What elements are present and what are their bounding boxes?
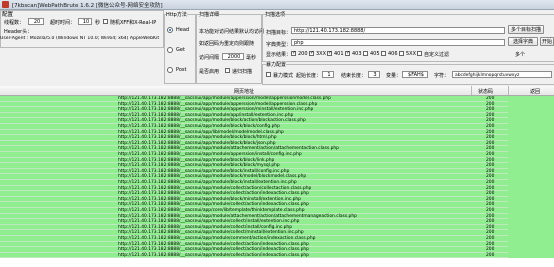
brute-title: 暴力配置	[266, 61, 287, 68]
http-get-label: Get	[176, 47, 185, 53]
target-label: 扫描目标：	[266, 30, 292, 36]
http-get-radio[interactable]	[167, 47, 173, 53]
threads-input[interactable]: 20	[28, 18, 44, 25]
config-section-label: 配置	[2, 12, 14, 18]
recursive-label: 递归扫描	[232, 69, 253, 75]
results-rows: http://121.40.173.182:8888/__sacsnui/app…	[0, 96, 554, 266]
title-bar: [7kbscan]WebPathBrute 1.6.2 [微信公众号-网络安全攻…	[0, 0, 554, 10]
col-url-header[interactable]: 网页地址	[234, 88, 254, 95]
header-value[interactable]: User-Agent : Mozilla/5.0 (Windows NT 10.…	[0, 36, 160, 41]
code-403-label: 403	[352, 51, 362, 57]
start-button[interactable]: 开始	[540, 37, 554, 46]
col-status-header[interactable]: 状态码	[478, 88, 493, 95]
row-status: 200	[486, 252, 495, 258]
http-head-label: Head	[176, 27, 190, 33]
results-header: 网页地址 状态码 返回	[0, 86, 554, 96]
brute-mode-checkbox[interactable]	[266, 72, 271, 77]
timeout-label: 超时时间：	[50, 20, 76, 26]
window-title: [7kbscan]WebPathBrute 1.6.2 [微信公众号-网络安全攻…	[12, 3, 163, 9]
dict-label: 字典类型：	[266, 42, 292, 48]
end-len-label: 结束长度：	[341, 73, 367, 79]
target-input[interactable]: http://121.40.173.182:8888/	[291, 27, 505, 34]
codes-label: 显示结果：	[266, 52, 292, 58]
code-405-checkbox[interactable]	[363, 51, 368, 56]
http-post-radio[interactable]	[167, 67, 173, 73]
start-len-input[interactable]: 1	[322, 71, 334, 78]
table-row[interactable]: http://121.40.173.182:8888/__sacsnui/app…	[0, 252, 554, 259]
code-401-checkbox[interactable]	[327, 50, 332, 56]
scan-detail-title: 扫描详细	[199, 11, 220, 18]
row-extra-cell	[508, 252, 554, 259]
http-method-title: Http方法	[166, 11, 187, 18]
code-5xx-label: 5XX	[406, 51, 417, 57]
code-405-label: 405	[370, 51, 380, 57]
brute-mode-label: 暴力模式	[273, 73, 294, 79]
custom-filter-checkbox[interactable]	[417, 51, 422, 56]
var-label: 变量：	[386, 73, 402, 79]
code-403-checkbox[interactable]	[345, 50, 350, 56]
extra-label[interactable]: 多个	[515, 51, 525, 58]
code-200-checkbox[interactable]	[291, 50, 296, 56]
charset-label: 字符：	[434, 73, 450, 79]
timeout-input[interactable]: 10	[78, 18, 92, 25]
interval-unit: 毫秒	[246, 55, 257, 61]
code-5xx-checkbox[interactable]	[399, 51, 404, 56]
charset-input[interactable]: abcdefghijklmnopqrstuvwxyz	[452, 71, 552, 78]
threads-label: 线程数：	[4, 20, 25, 26]
select-dict-button[interactable]: 选择字典	[508, 37, 538, 46]
dict-select[interactable]: php	[291, 39, 505, 46]
app-icon	[2, 1, 9, 8]
http-post-label: Post	[176, 67, 187, 73]
header-label: Header头：	[4, 29, 33, 35]
interval-label: 访问间隔	[199, 55, 220, 61]
custom-filter-label: 自定义过滤	[424, 52, 450, 58]
end-len-input[interactable]: 3	[368, 71, 380, 78]
code-406-label: 406	[388, 51, 398, 57]
code-3xx-checkbox[interactable]	[309, 50, 314, 56]
code-3xx-label: 3XX	[316, 51, 327, 57]
var-input[interactable]: $FAH$	[402, 71, 428, 78]
start-len-label: 起始长度：	[296, 73, 322, 79]
enable-label: 是否启用	[199, 69, 220, 75]
code-200-label: 200	[298, 51, 308, 57]
scan-detail-line-2: 如返回码为重定向则跟随	[199, 41, 255, 47]
http-head-radio[interactable]	[167, 27, 173, 33]
col-extra-header[interactable]: 返回	[530, 88, 540, 95]
scan-options-title: 扫描选项	[265, 11, 286, 18]
random-xff-checkbox[interactable]	[103, 19, 108, 24]
random-xff-label: 随机XFF和X-Real-IP	[110, 20, 157, 26]
code-406-checkbox[interactable]	[381, 51, 386, 56]
code-401-label: 401	[334, 51, 344, 57]
timeout-unit: 秒	[95, 20, 101, 26]
recursive-checkbox[interactable]	[225, 68, 230, 73]
scan-detail-line-1: 本功能对访问结果默认均访问	[199, 29, 265, 35]
multi-target-button[interactable]: 多个目标扫描	[508, 25, 544, 34]
interval-input[interactable]: 2000	[222, 53, 244, 60]
row-url: http://121.40.173.182:8888/__sacsnui/app…	[118, 252, 309, 258]
